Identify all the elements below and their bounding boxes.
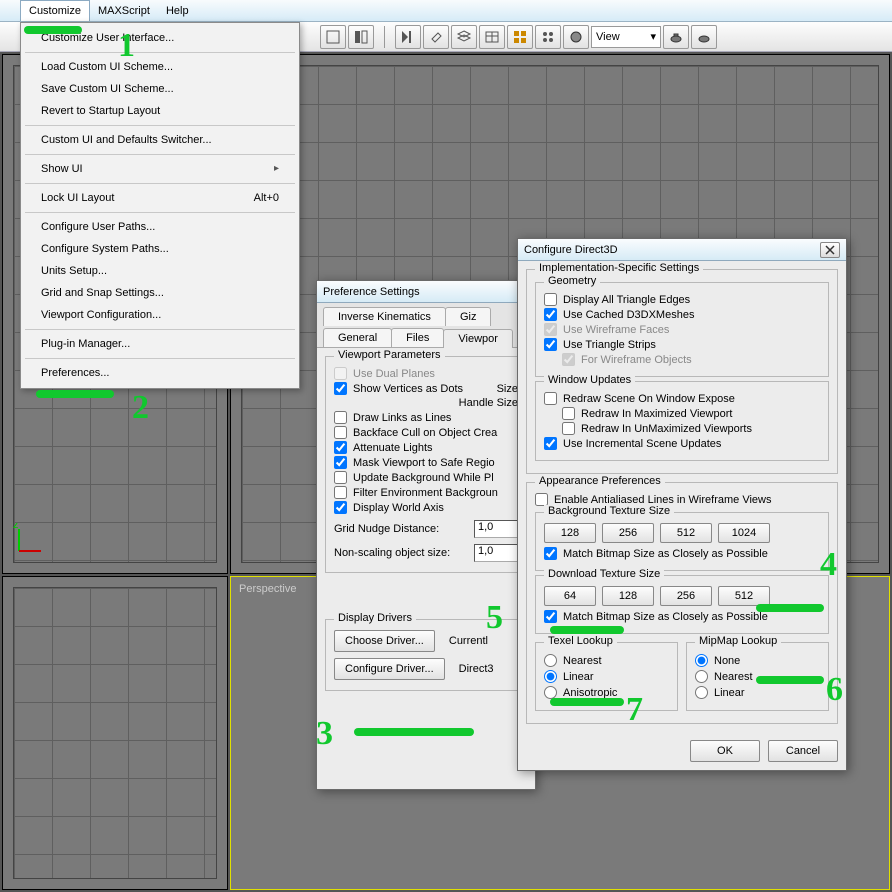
bg-1024[interactable]: 1024 bbox=[718, 523, 770, 543]
four-circles-icon[interactable] bbox=[535, 25, 561, 49]
view-dropdown[interactable]: View▾ bbox=[591, 26, 661, 48]
chk-bg-match[interactable] bbox=[544, 547, 557, 560]
chk-redraw-unmax[interactable] bbox=[562, 422, 575, 435]
chk-backface-cull[interactable] bbox=[334, 426, 347, 439]
dl-texture-group: Download Texture Size 64 128 256 512 Mat… bbox=[535, 575, 829, 634]
choose-driver-button[interactable]: Choose Driver... bbox=[334, 630, 435, 652]
dd-lock-ui[interactable]: Lock UI LayoutAlt+0 bbox=[21, 187, 299, 209]
configure-driver-button[interactable]: Configure Driver... bbox=[334, 658, 445, 680]
dl-128[interactable]: 128 bbox=[602, 586, 654, 606]
chk-wireframe-faces bbox=[544, 323, 557, 336]
dd-customize-ui[interactable]: Customize User Interface... bbox=[21, 27, 299, 49]
material-icon[interactable] bbox=[563, 25, 589, 49]
menu-help[interactable]: Help bbox=[158, 0, 197, 21]
chk-world-axis[interactable] bbox=[334, 501, 347, 514]
dd-units[interactable]: Units Setup... bbox=[21, 260, 299, 282]
dd-grid-snap[interactable]: Grid and Snap Settings... bbox=[21, 282, 299, 304]
mip-none[interactable] bbox=[695, 654, 708, 667]
chk-all-tri-edges[interactable] bbox=[544, 293, 557, 306]
dd-load-scheme[interactable]: Load Custom UI Scheme... bbox=[21, 56, 299, 78]
viewport-label: Perspective bbox=[239, 583, 296, 595]
teapot-render-icon[interactable] bbox=[663, 25, 689, 49]
cancel-button[interactable]: Cancel bbox=[768, 740, 838, 762]
geometry-group: Geometry Display All Triangle Edges Use … bbox=[535, 282, 829, 377]
tab-ik[interactable]: Inverse Kinematics bbox=[323, 307, 446, 326]
chk-wf-objects bbox=[562, 353, 575, 366]
dd-defaults-switcher[interactable]: Custom UI and Defaults Switcher... bbox=[21, 129, 299, 151]
close-icon[interactable] bbox=[820, 242, 840, 258]
dd-user-paths[interactable]: Configure User Paths... bbox=[21, 216, 299, 238]
tab-viewport[interactable]: Viewpor bbox=[443, 329, 513, 348]
chk-dl-match[interactable] bbox=[544, 610, 557, 623]
texel-anisotropic[interactable] bbox=[544, 686, 557, 699]
bg-512[interactable]: 512 bbox=[660, 523, 712, 543]
dl-256[interactable]: 256 bbox=[660, 586, 712, 606]
dd-preferences[interactable]: Preferences... bbox=[21, 362, 299, 384]
display-drivers-group: Display Drivers Choose Driver...Currentl… bbox=[325, 619, 527, 691]
chk-filter-env[interactable] bbox=[334, 486, 347, 499]
chk-incremental[interactable] bbox=[544, 437, 557, 450]
chk-update-bg[interactable] bbox=[334, 471, 347, 484]
menu-maxscript[interactable]: MAXScript bbox=[90, 0, 158, 21]
chk-dual-planes bbox=[334, 367, 347, 380]
chk-redraw-max[interactable] bbox=[562, 407, 575, 420]
dd-viewport-config[interactable]: Viewport Configuration... bbox=[21, 304, 299, 326]
ok-button[interactable]: OK bbox=[690, 740, 760, 762]
dd-show-ui[interactable]: Show UI bbox=[21, 158, 299, 180]
chk-draw-links[interactable] bbox=[334, 411, 347, 424]
mip-linear[interactable] bbox=[695, 686, 708, 699]
nonscale-field[interactable]: 1,0 bbox=[474, 544, 518, 562]
svg-text:z: z bbox=[13, 523, 19, 531]
dd-system-paths[interactable]: Configure System Paths... bbox=[21, 238, 299, 260]
grid-icon[interactable] bbox=[507, 25, 533, 49]
pref-title: Preference Settings bbox=[317, 281, 535, 303]
toolbar-btn-a[interactable] bbox=[320, 25, 346, 49]
bg-texture-group: Background Texture Size 128 256 512 1024… bbox=[535, 512, 829, 571]
toolbar-btn-b[interactable] bbox=[348, 25, 374, 49]
dd-save-scheme[interactable]: Save Custom UI Scheme... bbox=[21, 78, 299, 100]
viewport-parameters-group: Viewport Parameters Use Dual Planes Show… bbox=[325, 356, 527, 573]
d3d-title: Configure Direct3D bbox=[518, 239, 846, 261]
dd-revert-layout[interactable]: Revert to Startup Layout bbox=[21, 100, 299, 122]
skip-forward-icon[interactable] bbox=[395, 25, 421, 49]
menubar: Customize MAXScript Help bbox=[0, 0, 892, 22]
impl-specific-group: Implementation-Specific Settings Geometr… bbox=[526, 269, 838, 474]
customize-dropdown: Customize User Interface... Load Custom … bbox=[20, 22, 300, 389]
layers-icon[interactable] bbox=[451, 25, 477, 49]
chk-cached-meshes[interactable] bbox=[544, 308, 557, 321]
dl-512[interactable]: 512 bbox=[718, 586, 770, 606]
configure-direct3d-dialog: Configure Direct3D Implementation-Specif… bbox=[517, 238, 847, 771]
mipmap-lookup-group: MipMap Lookup None Nearest Linear bbox=[686, 642, 829, 711]
table-icon[interactable] bbox=[479, 25, 505, 49]
bg-128[interactable]: 128 bbox=[544, 523, 596, 543]
viewport-bottom-left[interactable] bbox=[2, 576, 228, 890]
chk-tri-strips[interactable] bbox=[544, 338, 557, 351]
chk-redraw-expose[interactable] bbox=[544, 392, 557, 405]
appearance-group: Appearance Preferences Enable Antialiase… bbox=[526, 482, 838, 724]
tab-files[interactable]: Files bbox=[391, 328, 444, 347]
tab-general[interactable]: General bbox=[323, 328, 392, 347]
menu-customize[interactable]: Customize bbox=[20, 0, 90, 21]
texel-lookup-group: Texel Lookup Nearest Linear Anisotropic bbox=[535, 642, 678, 711]
texel-nearest[interactable] bbox=[544, 654, 557, 667]
texel-linear[interactable] bbox=[544, 670, 557, 683]
window-updates-group: Window Updates Redraw Scene On Window Ex… bbox=[535, 381, 829, 461]
chk-attenuate-lights[interactable] bbox=[334, 441, 347, 454]
preference-settings-dialog: Preference Settings Inverse Kinematics G… bbox=[316, 280, 536, 790]
chk-show-vertices[interactable] bbox=[334, 382, 347, 395]
dd-plugin-manager[interactable]: Plug-in Manager... bbox=[21, 333, 299, 355]
teapot-prod-icon[interactable] bbox=[691, 25, 717, 49]
grid-nudge-field[interactable]: 1,0 bbox=[474, 520, 518, 538]
chk-mask-safe[interactable] bbox=[334, 456, 347, 469]
bg-256[interactable]: 256 bbox=[602, 523, 654, 543]
mip-nearest[interactable] bbox=[695, 670, 708, 683]
eraser-icon[interactable] bbox=[423, 25, 449, 49]
dl-64[interactable]: 64 bbox=[544, 586, 596, 606]
tab-giz[interactable]: Giz bbox=[445, 307, 492, 326]
